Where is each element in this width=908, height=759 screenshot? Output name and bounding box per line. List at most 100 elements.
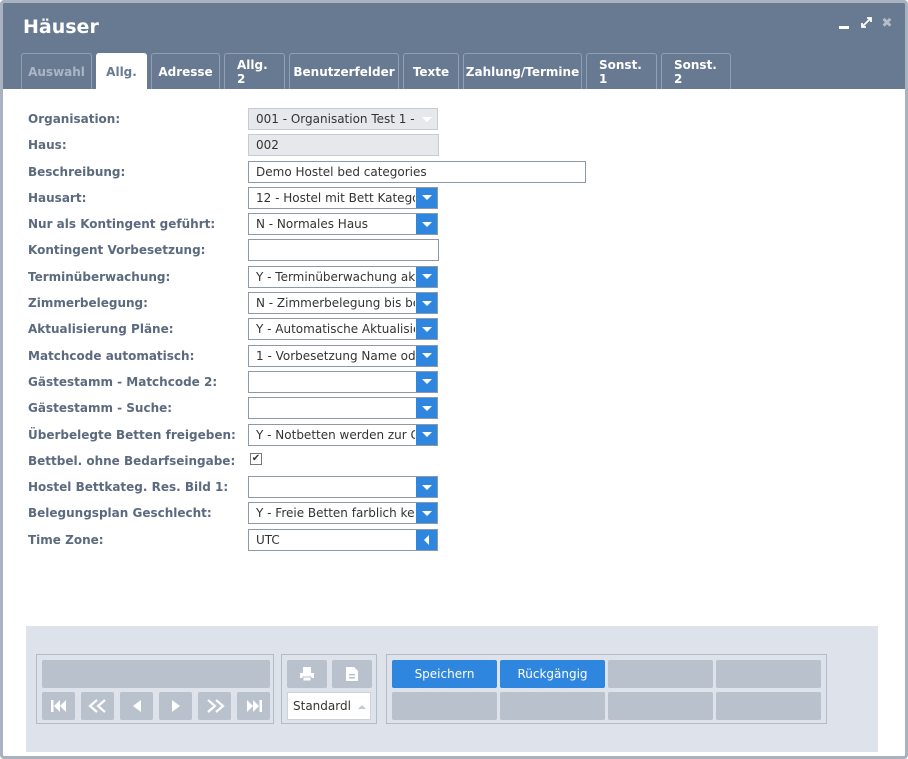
chevron-down-icon[interactable] [416,345,437,366]
chevron-down-icon[interactable] [416,214,437,235]
action-slot-4[interactable] [716,660,821,688]
chevron-down-icon[interactable] [416,319,437,340]
action-slot-6[interactable] [500,692,605,720]
kontingent-select[interactable]: N - Normales Haus [248,213,438,236]
haeuser-window: Häuser ✖ Auswahl Allg. Adresse Allg. 2 B… [0,0,908,759]
chevron-up-icon [358,705,366,709]
kontingent-vorbesetzung-label: Kontingent Vorbesetzung: [28,243,206,258]
chevron-down-icon[interactable] [416,266,437,287]
list-layout-select[interactable]: Standardliste [287,692,371,720]
tab-auswahl[interactable]: Auswahl [21,53,92,89]
hostel-bild-select[interactable] [248,476,438,499]
navigation-group [36,654,274,724]
print-icon[interactable] [287,660,327,688]
action-slot-3[interactable] [608,660,713,688]
matchcode-select[interactable]: 1 - Vorbesetzung Name oder Ort [248,344,438,367]
timezone-label: Time Zone: [28,532,104,547]
tab-zahlung-termine[interactable]: Zahlung/Termine [463,53,582,89]
bettbel-checkbox[interactable]: ✔ [250,452,262,465]
ueberbelegte-value: Y - Notbetten werden zur Gesamt [256,427,415,442]
haus-value: 002 [256,138,279,153]
hostel-bild-label: Hostel Bettkateg. Res. Bild 1: [28,480,229,495]
chevron-down-icon[interactable] [416,477,437,498]
tab-adresse[interactable]: Adresse [151,53,220,89]
beschreibung-value: Demo Hostel bed categories [256,164,427,179]
belegungsplan-select[interactable]: Y - Freie Betten farblich kennzeichnen [248,502,438,525]
tab-allg-2[interactable]: Allg. 2 [224,53,285,89]
aktualisierung-select[interactable]: Y - Automatische Aktualisierung [248,318,438,341]
gaeste-suche-select[interactable] [248,397,438,420]
organisation-label: Organisation: [28,112,121,126]
footer-toolbar: Standardliste Speichern Rückgängig [26,626,878,752]
gaeste-matchcode2-select[interactable] [248,370,438,393]
undo-button[interactable]: Rückgängig [500,660,605,688]
next-icon[interactable] [159,692,192,720]
matchcode-value: 1 - Vorbesetzung Name oder Ort [256,348,415,363]
zimmerbelegung-value: N - Zimmerbelegung bis benötigt [256,296,415,311]
tab-allg[interactable]: Allg. [96,53,147,89]
zimmerbelegung-label: Zimmerbelegung: [28,296,148,311]
gaeste-matchcode2-label: Gästestamm - Matchcode 2: [28,374,218,389]
maximize-icon[interactable] [860,17,872,31]
chevron-down-icon[interactable] [416,293,437,314]
aktualisierung-label: Aktualisierung Pläne: [28,322,174,337]
hausart-value: 12 - Hostel mit Bett Kategorien [256,190,415,205]
tab-sonst-1[interactable]: Sonst. 1 [586,53,657,89]
beschreibung-label: Beschreibung: [28,164,126,179]
document-icon[interactable] [332,660,372,688]
last-icon[interactable] [237,692,270,720]
organisation-select[interactable]: 001 - Organisation Test 1 - nicht [248,108,438,130]
aktualisierung-value: Y - Automatische Aktualisierung [256,322,415,337]
chevron-down-icon[interactable] [416,398,437,419]
zimmerbelegung-select[interactable]: N - Zimmerbelegung bis benötigt [248,292,438,315]
print-group: Standardliste [281,654,377,724]
haus-label: Haus: [28,138,67,153]
haus-field: 002 [248,134,439,157]
hausart-select[interactable]: 12 - Hostel mit Bett Kategorien [248,186,438,209]
chevron-down-icon[interactable] [416,424,437,445]
action-group: Speichern Rückgängig [386,654,827,724]
kontingent-value: N - Normales Haus [256,217,369,232]
save-button[interactable]: Speichern [392,660,497,688]
timezone-value: UTC [256,532,280,547]
chevron-down-icon[interactable] [416,503,437,524]
close-icon[interactable]: ✖ [881,17,893,31]
hausart-label: Hausart: [28,190,87,205]
tab-sonst-2[interactable]: Sonst. 2 [661,53,731,89]
matchcode-label: Matchcode automatisch: [28,348,195,363]
terminueberwachung-select[interactable]: Y - Terminüberwachung aktiviert [248,265,438,288]
minimize-icon[interactable] [839,17,851,31]
chevron-down-icon[interactable] [416,371,437,392]
title-bar: Häuser ✖ Auswahl Allg. Adresse Allg. 2 B… [3,3,905,89]
tab-benutzerfelder[interactable]: Benutzerfelder [289,53,399,89]
rewind-icon[interactable] [81,692,114,720]
organisation-value: 001 - Organisation Test 1 - nicht [256,112,415,126]
fast-forward-icon[interactable] [198,692,231,720]
first-icon[interactable] [42,692,75,720]
gaeste-suche-label: Gästestamm - Suche: [28,401,173,416]
action-slot-8[interactable] [716,692,821,720]
belegungsplan-label: Belegungsplan Geschlecht: [28,506,212,521]
list-layout-value: Standardliste [293,699,351,713]
bettbel-label: Bettbel. ohne Bedarfseingabe: [28,453,236,468]
record-info-bar [42,660,270,688]
chevron-down-icon [416,109,437,129]
ueberbelegte-select[interactable]: Y - Notbetten werden zur Gesamt [248,423,438,446]
window-title: Häuser [23,16,99,38]
ueberbelegte-label: Überbelegte Betten freigeben: [28,427,236,442]
terminueberwachung-value: Y - Terminüberwachung aktiviert [256,269,415,284]
timezone-select[interactable]: UTC [248,528,438,551]
window-controls: ✖ [839,17,893,31]
tab-bar: Auswahl Allg. Adresse Allg. 2 Benutzerfe… [21,53,731,89]
action-slot-7[interactable] [608,692,713,720]
previous-icon[interactable] [120,692,153,720]
terminueberwachung-label: Terminüberwachung: [28,269,171,284]
beschreibung-input[interactable]: Demo Hostel bed categories [248,160,586,183]
kontingent-label: Nur als Kontingent geführt: [28,217,216,232]
chevron-down-icon[interactable] [416,187,437,208]
belegungsplan-value: Y - Freie Betten farblich kennzeichnen [256,506,415,521]
action-slot-5[interactable] [392,692,497,720]
kontingent-vorbesetzung-input[interactable] [248,239,439,262]
tab-texte[interactable]: Texte [403,53,459,89]
chevron-left-icon[interactable] [416,529,437,550]
